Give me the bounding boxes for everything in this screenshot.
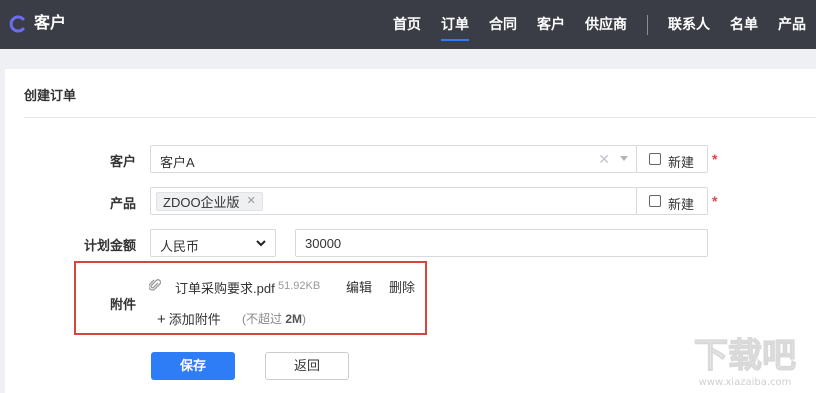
product-new-label: 新建 [668, 197, 695, 212]
nav-item-contracts[interactable]: 合同 [479, 0, 527, 49]
limit-suffix: ) [302, 312, 307, 326]
edit-attachment-link[interactable]: 编辑 [346, 277, 372, 296]
caret-down-icon[interactable] [620, 156, 628, 161]
paperclip-icon [149, 279, 161, 291]
nav-item-home[interactable]: 首页 [383, 0, 431, 49]
add-attachment-button[interactable]: + 添加附件 [157, 309, 221, 328]
watermark-brand: 下载吧 [694, 336, 796, 376]
top-navbar: 客户 首页 订单 合同 客户 供应商 联系人 名单 产品 [0, 0, 816, 49]
tag-remove-icon[interactable]: ✕ [247, 196, 256, 207]
amount-label: 计划金额 [83, 238, 136, 253]
attachment-file-size: 51.92KB [278, 280, 321, 292]
nav-item-lists[interactable]: 名单 [720, 0, 768, 49]
required-mark: * [712, 151, 718, 167]
product-tag-label: ZDOO企业版 [163, 195, 240, 210]
product-select[interactable]: ZDOO企业版 ✕ [150, 187, 637, 215]
nav-item-orders[interactable]: 订单 [431, 0, 479, 49]
chevron-down-icon[interactable] [255, 238, 267, 248]
customer-value: 客户A [160, 155, 195, 170]
nav-divider [647, 14, 648, 35]
customer-new-label: 新建 [668, 155, 695, 170]
limit-prefix: (不超过 [242, 312, 286, 326]
attachment-label: 附件 [109, 297, 136, 312]
product-new-toggle[interactable]: 新建 [636, 187, 708, 215]
currency-value: 人民币 [160, 239, 200, 254]
amount-value: 30000 [305, 236, 342, 251]
customer-new-toggle[interactable]: 新建 [636, 145, 708, 173]
save-button[interactable]: 保存 [151, 352, 235, 380]
product-label: 产品 [109, 196, 136, 211]
customer-label: 客户 [109, 154, 136, 169]
attachment-size-limit: (不超过 2M) [242, 310, 306, 327]
product-tag: ZDOO企业版 ✕ [156, 192, 263, 211]
required-mark: * [712, 193, 718, 209]
delete-attachment-link[interactable]: 删除 [389, 277, 415, 296]
watermark-url: www.xiazaiba.com [699, 377, 792, 388]
product-new-checkbox[interactable] [649, 195, 661, 207]
plus-icon: + [157, 311, 166, 328]
attachment-file-name[interactable]: 订单采购要求.pdf [175, 278, 275, 297]
nav-item-suppliers[interactable]: 供应商 [575, 0, 637, 49]
nav-item-contacts[interactable]: 联系人 [658, 0, 720, 49]
add-attachment-label: 添加附件 [168, 312, 221, 327]
logo-icon[interactable] [9, 15, 27, 33]
watermark-logo: 下载吧 www.xiazaiba.com [693, 335, 796, 388]
nav-item-customers[interactable]: 客户 [527, 0, 575, 49]
back-button[interactable]: 返回 [265, 352, 349, 380]
limit-value: 2M [285, 312, 303, 326]
nav-item-products[interactable]: 产品 [768, 0, 816, 49]
currency-select[interactable]: 人民币 [150, 229, 276, 257]
customer-select[interactable]: 客户A ✕ [150, 145, 637, 173]
title-divider [24, 117, 816, 118]
clear-icon[interactable]: ✕ [598, 152, 610, 166]
app-title: 客户 [34, 15, 67, 32]
main-nav: 首页 订单 合同 客户 供应商 联系人 名单 产品 [383, 0, 816, 49]
amount-input[interactable]: 30000 [295, 229, 708, 257]
customer-new-checkbox[interactable] [649, 153, 661, 165]
page-title: 创建订单 [24, 88, 77, 103]
